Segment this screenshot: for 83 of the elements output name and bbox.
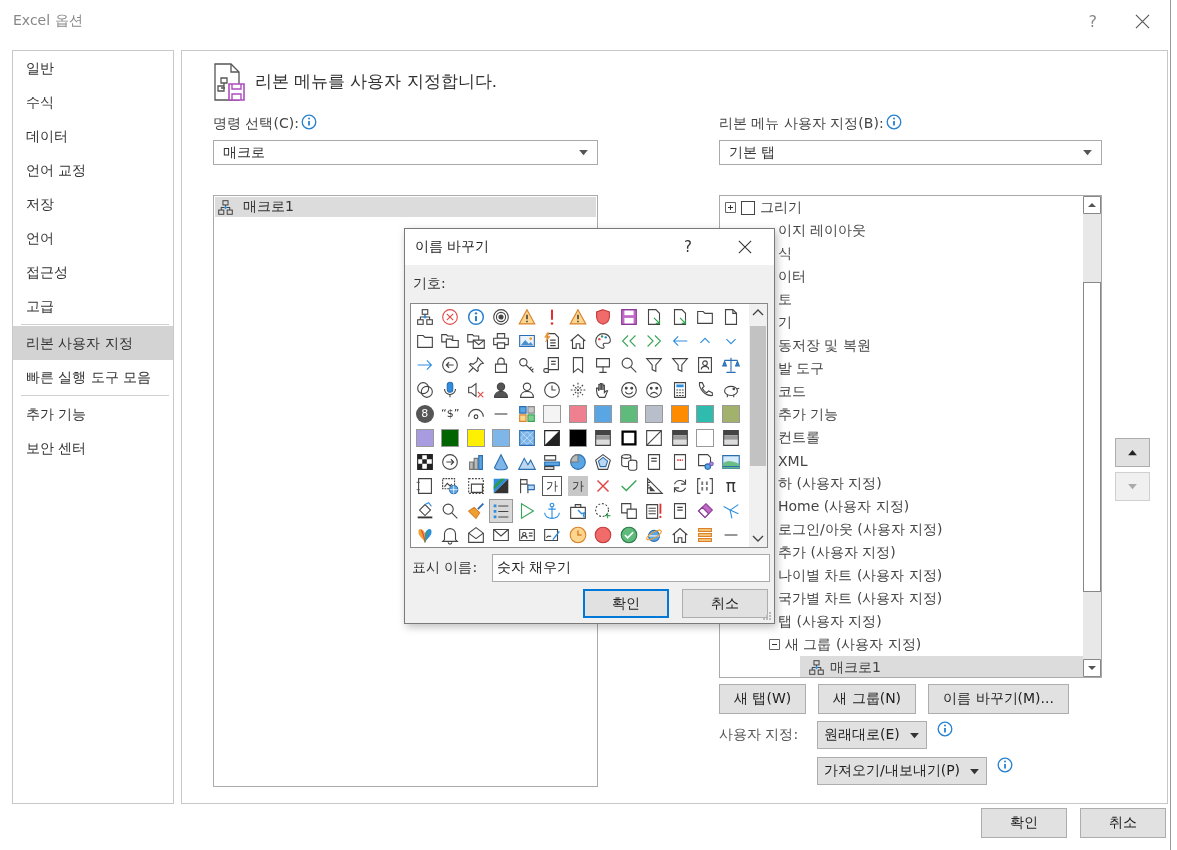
sidebar-item[interactable]: 추가 기능 — [13, 397, 173, 431]
tree-item[interactable]: 그리기 — [720, 196, 1083, 219]
sidebar-item[interactable]: 보안 센터 — [13, 431, 173, 465]
list-item[interactable]: 매크로1 — [215, 197, 596, 217]
dialog-button[interactable]: 취소 — [682, 589, 768, 618]
page-heading: 리본 메뉴를 사용자 지정합니다. — [255, 71, 497, 93]
close-button[interactable] — [1135, 13, 1150, 29]
info-icon — [300, 114, 317, 130]
ribbon-action-button[interactable]: 새 탭(W) — [719, 684, 807, 714]
caret-icon — [969, 767, 981, 775]
info-icon — [997, 757, 1014, 773]
swatch-icon[interactable] — [645, 404, 664, 423]
info-icon — [885, 114, 902, 130]
reset-dropdown[interactable]: 원래대로(E) — [817, 721, 927, 749]
sidebar-item[interactable]: 수식 — [13, 85, 173, 119]
pi-symbol[interactable]: π — [719, 475, 742, 498]
tree-item[interactable]: 새 그룹 (사용자 지정) — [720, 633, 1083, 656]
expander-icon[interactable] — [769, 639, 780, 650]
commands-dropdown[interactable]: 매크로 — [213, 140, 598, 165]
tree-item[interactable]: 매크로1 — [800, 656, 1083, 677]
sidebar-item[interactable]: 언어 교정 — [13, 153, 173, 187]
swatch-icon[interactable] — [670, 404, 689, 423]
sidebar-item[interactable]: 리본 사용자 지정 — [13, 326, 173, 360]
dialog-button[interactable]: 취소 — [1080, 808, 1166, 838]
hierarchy-icon — [808, 659, 825, 676]
display-name-field[interactable]: 숫자 채우기 — [492, 554, 770, 582]
shaded-letter-tile[interactable]: 가 — [567, 476, 588, 497]
swatch-icon[interactable] — [696, 404, 715, 423]
dialog-title: 이름 바꾸기 — [415, 238, 491, 256]
swatch-icon[interactable] — [415, 429, 434, 448]
swatch-icon[interactable] — [721, 404, 740, 423]
dialog-button[interactable]: 확인 — [981, 808, 1067, 838]
sidebar-item[interactable]: 빠른 실행 도구 모음 — [13, 360, 173, 394]
close-button[interactable] — [738, 240, 752, 254]
display-name-label: 표시 이름: — [411, 559, 479, 577]
caret-icon — [578, 149, 589, 156]
help-button[interactable]: ? — [1088, 11, 1097, 31]
scroll-thumb[interactable] — [750, 326, 766, 466]
move-up-button[interactable] — [1115, 438, 1150, 467]
sidebar-item[interactable]: 언어 — [13, 221, 173, 255]
swatch-icon[interactable] — [568, 429, 587, 448]
swatch-icon[interactable] — [441, 429, 460, 448]
ribbon-action-button[interactable]: 이름 바꾸기(M)... — [928, 684, 1069, 714]
dialog-button[interactable]: 확인 — [583, 589, 669, 618]
scroll-up-icon[interactable] — [1083, 196, 1101, 214]
swatch-icon[interactable] — [619, 404, 638, 423]
ribbon-dropdown[interactable]: 기본 탭 — [719, 140, 1102, 165]
customize-label: 사용자 지정: — [719, 726, 800, 744]
help-button[interactable]: ? — [684, 238, 692, 256]
scrollbar[interactable] — [1083, 196, 1101, 677]
sidebar-item[interactable]: 데이터 — [13, 119, 173, 153]
letter-tile[interactable]: 가 — [542, 476, 563, 497]
symbols-label: 기호: — [412, 275, 447, 293]
field-label: 리본 메뉴 사용자 지정(B): — [719, 115, 884, 133]
up-triangle-icon — [1127, 449, 1138, 456]
info-icon — [936, 721, 953, 737]
sidebar-item[interactable]: 일반 — [13, 51, 173, 85]
number-badge[interactable]: 8 — [415, 404, 434, 423]
swatch-icon[interactable] — [492, 429, 511, 448]
swatch-icon[interactable] — [466, 429, 485, 448]
swatch-icon[interactable] — [568, 404, 587, 423]
checkbox[interactable] — [741, 200, 755, 215]
swatch-icon[interactable] — [543, 404, 562, 423]
caret-icon — [908, 731, 920, 739]
expander-icon[interactable] — [725, 202, 736, 213]
import-export-dropdown[interactable]: 가져오기/내보내기(P) — [817, 757, 988, 785]
scrollbar[interactable] — [749, 304, 767, 547]
window-title: Excel 옵션 — [13, 12, 83, 30]
field-label: 명령 선택(C): — [213, 115, 299, 133]
sidebar-item[interactable]: 저장 — [13, 187, 173, 221]
caret-icon — [1082, 149, 1093, 156]
dollar-sign[interactable]: “$” — [439, 402, 462, 425]
swatch-icon[interactable] — [696, 429, 715, 448]
resize-grip-icon[interactable] — [762, 611, 772, 621]
sidebar-item[interactable]: 고급 — [13, 289, 173, 323]
ribbon-action-button[interactable]: 새 그룹(N) — [818, 684, 917, 714]
swatch-icon[interactable] — [594, 404, 613, 423]
down-triangle-icon — [1127, 483, 1138, 490]
scroll-thumb[interactable] — [1083, 282, 1101, 592]
sidebar-item[interactable]: 접근성 — [13, 255, 173, 289]
scroll-down-icon[interactable] — [1083, 659, 1101, 677]
document-floppy-icon — [213, 62, 245, 102]
hierarchy-icon — [217, 198, 234, 216]
